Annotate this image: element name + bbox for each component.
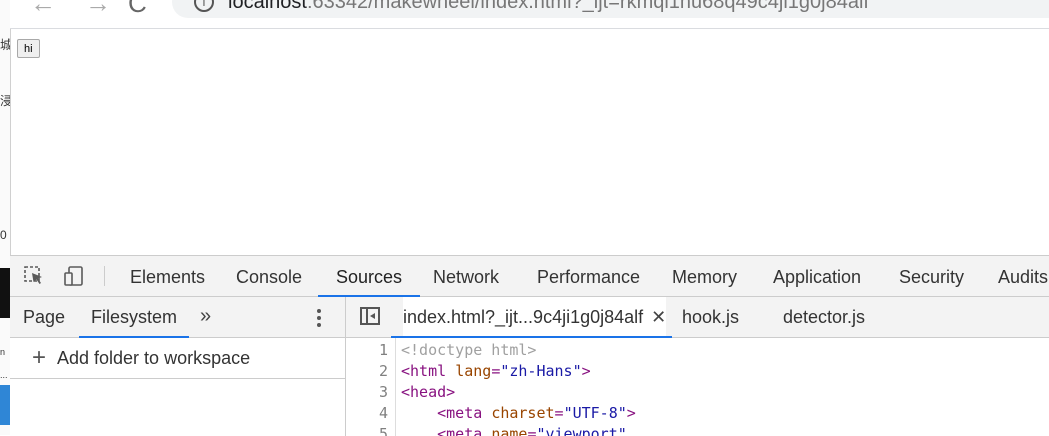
code-token: lang bbox=[455, 362, 492, 380]
close-icon[interactable]: ✕ bbox=[651, 307, 666, 327]
tab-network[interactable]: Network bbox=[433, 256, 499, 296]
inspect-element-icon[interactable] bbox=[24, 266, 44, 286]
background-text-fragment: ... bbox=[0, 370, 8, 380]
devtools-panel: Elements Console Sources Network Perform… bbox=[10, 255, 1049, 436]
line-number: 2 bbox=[378, 362, 388, 380]
code-token: > bbox=[581, 362, 591, 380]
code-token: <meta bbox=[437, 425, 492, 436]
url-text[interactable]: localhost:63342/makewheel/index.html?_ij… bbox=[228, 0, 869, 14]
tab-sources[interactable]: Sources bbox=[317, 256, 421, 297]
back-button[interactable]: ← bbox=[30, 0, 56, 19]
tab-console[interactable]: Console bbox=[236, 256, 302, 296]
toolbar-divider bbox=[104, 266, 105, 286]
background-dark-block bbox=[0, 268, 10, 318]
code-token: "viewport" bbox=[536, 425, 627, 436]
editor-tab-index-html[interactable]: index.html?_ijt...9c4ji1g0j84alf ✕ bbox=[390, 297, 673, 338]
line-number-gutter bbox=[395, 338, 396, 436]
code-token: = bbox=[554, 404, 564, 422]
info-icon[interactable]: i bbox=[194, 0, 214, 12]
code-token: <head> bbox=[401, 383, 456, 401]
tab-security[interactable]: Security bbox=[899, 256, 964, 296]
sources-navigator: Page Filesystem » + Add folder to worksp… bbox=[10, 297, 346, 436]
url-path: :63342/makewheel/index.html?_ijt=rkmqi1h… bbox=[306, 0, 869, 13]
editor-tab-label: index.html?_ijt...9c4ji1g0j84alf bbox=[403, 307, 644, 327]
code-token: > bbox=[626, 404, 636, 422]
add-folder-button[interactable]: + Add folder to workspace bbox=[10, 337, 345, 379]
tab-page[interactable]: Page bbox=[23, 297, 65, 337]
add-folder-label: Add folder to workspace bbox=[57, 348, 251, 368]
more-tabs-icon[interactable]: » bbox=[200, 297, 211, 335]
tab-performance[interactable]: Performance bbox=[537, 256, 640, 296]
source-editor: index.html?_ijt...9c4ji1g0j84alf ✕ hook.j… bbox=[346, 297, 1049, 436]
editor-tab-hook-js[interactable]: hook.js bbox=[682, 297, 739, 337]
line-number: 1 bbox=[378, 341, 388, 359]
code-token: charset bbox=[491, 404, 555, 422]
address-bar[interactable]: i localhost:63342/makewheel/index.html?_… bbox=[172, 0, 1049, 18]
devtools-toolbar: Elements Console Sources Network Perform… bbox=[10, 256, 1049, 297]
url-host: localhost bbox=[228, 0, 307, 13]
editor-tab-detector-js[interactable]: detector.js bbox=[783, 297, 865, 337]
reload-button[interactable]: C bbox=[128, 0, 147, 19]
tab-memory[interactable]: Memory bbox=[672, 256, 737, 296]
background-text-fragment: 0 bbox=[0, 228, 7, 242]
code-text: <html lang="zh-Hans"> bbox=[401, 361, 591, 382]
tab-filesystem[interactable]: Filesystem bbox=[78, 297, 190, 338]
code-text: <!doctype html> bbox=[401, 340, 536, 361]
tab-application[interactable]: Application bbox=[773, 256, 861, 296]
device-toolbar-icon[interactable] bbox=[64, 266, 84, 286]
code-token: name bbox=[491, 425, 528, 436]
code-text: <head> bbox=[401, 382, 455, 403]
toggle-navigator-icon[interactable] bbox=[360, 307, 380, 325]
forward-button[interactable]: → bbox=[85, 0, 111, 19]
code-token: <meta bbox=[437, 404, 492, 422]
more-options-icon[interactable] bbox=[316, 307, 322, 329]
background-text-fragment: 城 bbox=[0, 38, 10, 52]
background-text-fragment: n bbox=[0, 347, 6, 357]
line-number: 5 bbox=[378, 425, 388, 436]
code-token: "zh-Hans" bbox=[500, 362, 582, 380]
line-number: 4 bbox=[378, 404, 388, 422]
background-text-fragment: 浸 bbox=[0, 94, 10, 108]
code-token: = bbox=[491, 362, 501, 380]
tab-elements[interactable]: Elements bbox=[130, 256, 205, 296]
plus-icon: + bbox=[32, 344, 47, 371]
navigator-tabs: Page Filesystem » bbox=[10, 297, 345, 338]
code-area[interactable]: 1 <!doctype html> 2 <html lang="zh-Hans"> 3 <… bbox=[346, 338, 1049, 436]
hi-button[interactable]: hi bbox=[17, 39, 40, 58]
code-text: <meta charset="UTF-8"> bbox=[401, 403, 636, 424]
code-token: <html bbox=[401, 362, 456, 380]
browser-toolbar: ← → C i localhost:63342/makewheel/index.… bbox=[10, 0, 1049, 29]
editor-tabs: index.html?_ijt...9c4ji1g0j84alf ✕ hook.j… bbox=[346, 297, 1049, 338]
line-number: 3 bbox=[378, 383, 388, 401]
tab-audits[interactable]: Audits bbox=[998, 256, 1048, 296]
code-token: <!doctype html> bbox=[401, 341, 537, 359]
code-text: <meta name="viewport" bbox=[401, 424, 627, 436]
background-blue-block bbox=[0, 385, 10, 425]
code-token: "UTF-8" bbox=[563, 404, 627, 422]
